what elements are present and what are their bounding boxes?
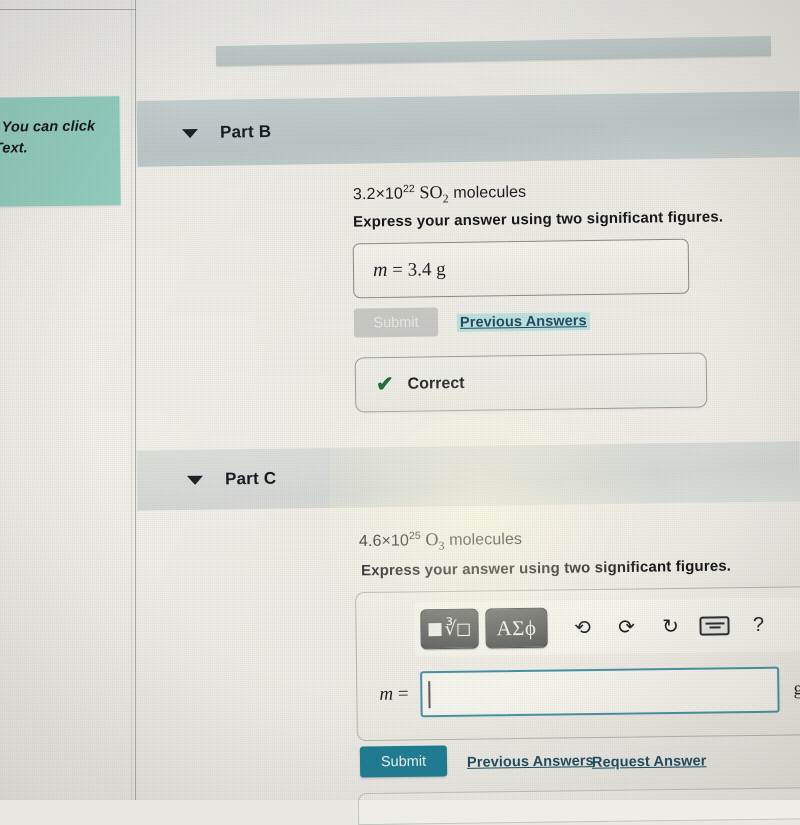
part-b-feedback-correct: ✔ Correct (354, 352, 708, 413)
hint-callout[interactable]: . You can click Text. (0, 96, 121, 207)
refresh-icon[interactable]: ↻ (648, 607, 692, 646)
part-b-question: 3.2×1022 SO2 molecules (353, 181, 527, 208)
sidebar-vertical-divider-shadow (131, 0, 132, 800)
next-section-partial-box (357, 786, 800, 825)
part-b-answer-content: m = 3.4 g (372, 258, 446, 282)
part-c-question-prefix: 4.6×10 (358, 532, 410, 551)
text-cursor (428, 680, 431, 708)
part-b-submit-button: Submit (353, 307, 439, 338)
part-c-question-suffix: molecules (444, 530, 523, 549)
part-b-title: Part B (219, 121, 272, 142)
part-c-title: Part C (224, 468, 277, 489)
nth-root-icon: ∛◻ (444, 618, 471, 640)
caret-down-icon[interactable] (186, 475, 204, 485)
part-c-answer-input[interactable] (420, 666, 780, 718)
part-c-instruction: Express your answer using two significan… (360, 557, 732, 580)
part-b-instruction: Express your answer using two significan… (352, 208, 724, 231)
part-c-question: 4.6×1025 O3 molecules (359, 528, 522, 555)
part-c-unit-label: g (793, 678, 800, 700)
part-b-answer-field: m = 3.4 g (352, 238, 690, 299)
main-content: Part B 3.2×1022 SO2 molecules Express yo… (136, 0, 800, 825)
sidebar-divider-top (0, 9, 136, 10)
part-c-input-row: m = g (357, 661, 800, 723)
part-b-previous-answers-link[interactable]: Previous Answers (456, 312, 590, 332)
square-placeholder-icon (428, 622, 442, 636)
left-sidebar: . You can click Text. (0, 0, 136, 800)
math-template-button[interactable]: ∛◻ (420, 608, 479, 650)
redo-arrow-icon[interactable]: ⟳ (604, 607, 648, 646)
keyboard-glyph (699, 615, 730, 636)
screen-surface: . You can click Text. Part B 3.2×1022 SO… (0, 0, 800, 825)
part-c-previous-answers-link[interactable]: Previous Answers (467, 753, 594, 771)
part-c-request-answer-link[interactable]: Request Answer (592, 753, 707, 770)
part-c-variable-label: m = (379, 683, 409, 705)
part-a-collapsed-bar[interactable] (215, 35, 772, 67)
part-b-formula: SO2 (419, 181, 449, 206)
part-c-submit-button[interactable]: Submit (359, 745, 448, 778)
greek-symbols-button[interactable]: ΑΣϕ (485, 607, 548, 649)
hint-callout-text: . You can click Text. (0, 118, 96, 157)
part-b-question-prefix: 3.2×10 (352, 185, 404, 204)
check-icon: ✔ (375, 372, 394, 397)
part-c-header[interactable]: Part C (136, 441, 800, 511)
part-b-feedback-text: Correct (407, 374, 465, 393)
part-c-formula: O3 (425, 529, 445, 553)
part-b-question-exponent: 22 (402, 183, 415, 196)
help-button[interactable]: ? (736, 606, 780, 645)
keyboard-icon[interactable] (692, 606, 736, 645)
caret-down-icon[interactable] (181, 128, 199, 138)
part-c-question-exponent: 25 (408, 529, 421, 543)
part-b-question-suffix: molecules (448, 183, 527, 202)
part-c-answer-panel: ∛◻ ΑΣϕ ⟲ ⟳ ↻ ? m = g (355, 585, 800, 742)
part-b-header[interactable]: Part B (136, 91, 800, 167)
undo-arrow-icon[interactable]: ⟲ (560, 608, 604, 647)
math-toolbar: ∛◻ ΑΣϕ ⟲ ⟳ ↻ ? (414, 597, 800, 657)
